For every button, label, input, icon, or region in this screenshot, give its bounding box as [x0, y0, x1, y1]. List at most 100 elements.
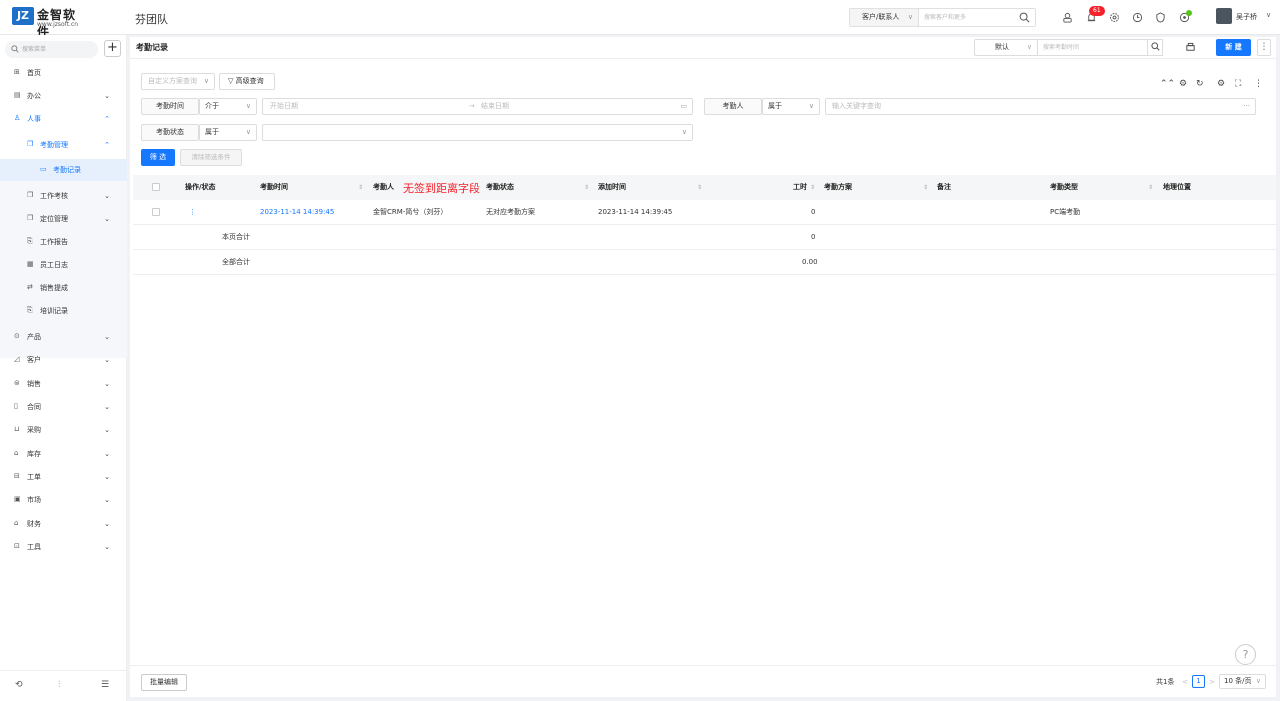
log-icon: ▦ — [27, 260, 34, 268]
sort-icon[interactable]: ⇕ — [923, 175, 928, 200]
help-icon[interactable]: ? — [1235, 644, 1256, 665]
end-date-input[interactable]: 结束日期 — [481, 99, 509, 114]
column-settings-icon[interactable]: ⚙ — [1217, 79, 1225, 89]
global-search-input[interactable]: 搜索客户和更多 — [924, 9, 966, 26]
column-header[interactable]: 地理位置 — [1163, 175, 1191, 200]
more-icon[interactable]: ⋮ — [1257, 39, 1271, 56]
contacts-icon[interactable] — [1062, 12, 1073, 23]
sidebar-item-contract[interactable]: ▯ 合同 ⌄ — [0, 396, 127, 418]
view-select[interactable]: 默认 ∨ — [974, 39, 1038, 56]
calendar-icon[interactable]: ▭ — [680, 99, 687, 114]
row-actions-icon[interactable]: ⋮ — [189, 200, 196, 225]
filter-button[interactable]: 筛 选 — [141, 149, 175, 166]
sidebar-item-finance[interactable]: ⌂ 财务 ⌄ — [0, 513, 127, 535]
cell-time[interactable]: 2023-11-14 14:39:45 — [260, 200, 334, 225]
status-operator-select[interactable]: 属于 ∨ — [199, 124, 257, 141]
next-page-icon[interactable]: > — [1209, 675, 1215, 690]
sidebar-item-purchase[interactable]: ⊔ 采购 ⌄ — [0, 419, 127, 441]
table-row[interactable]: ⋮ 2023-11-14 14:39:45 金智CRM-简兮（刘芬） 无对应考勤… — [133, 200, 1276, 225]
time-operator-select[interactable]: 介于 ∨ — [199, 98, 257, 115]
prev-page-icon[interactable]: < — [1182, 675, 1188, 690]
history-icon[interactable]: ⟲ — [15, 680, 23, 690]
sidebar-item-location[interactable]: ❐ 定位管理 ⌄ — [0, 208, 127, 230]
main-panel: 考勤记录 默认 ∨ 搜索考勤时间 新 建 ⋮ 自定义方案查询 ∨ ▽ 高级查询 ⌃⌃… — [130, 37, 1276, 697]
sort-icon[interactable]: ⇕ — [1148, 175, 1153, 200]
search-scope-select[interactable]: 客户/联系人 ∨ — [850, 9, 919, 26]
sidebar-item-attendance-records[interactable]: ▭ 考勤记录 — [0, 159, 127, 181]
chevron-down-icon[interactable]: ∨ — [1266, 11, 1271, 19]
collapse-icon[interactable]: ⌃⌃ — [1160, 79, 1175, 89]
select-all-checkbox[interactable] — [152, 183, 160, 191]
person-keyword-input[interactable]: 输入关键字查询 ··· — [825, 98, 1256, 115]
clock-icon[interactable] — [1132, 12, 1143, 23]
fullscreen-icon[interactable]: ⛶ — [1235, 79, 1241, 89]
sort-icon[interactable]: ⇕ — [697, 175, 702, 200]
status-operator-value: 属于 — [205, 128, 219, 136]
column-header[interactable]: 考勤时间 — [260, 175, 288, 200]
sidebar-item-commission[interactable]: ⇄ 销售提成 — [0, 277, 127, 299]
refresh-icon[interactable]: ↻ — [1196, 79, 1204, 89]
search-icon[interactable] — [1019, 12, 1030, 23]
person-operator-select[interactable]: 属于 ∨ — [762, 98, 820, 115]
pager-current[interactable]: 1 — [1192, 675, 1205, 688]
sidebar-item-sales[interactable]: ⊜ 销售 ⌄ — [0, 373, 127, 395]
record-search-button[interactable] — [1147, 39, 1163, 56]
sidebar-item-inventory[interactable]: ⌂ 库存 ⌄ — [0, 443, 127, 465]
sidebar-item-reports[interactable]: ⎘ 工作报告 — [0, 231, 127, 253]
sidebar-item-office[interactable]: ▤ 办公 ⌄ — [0, 85, 127, 107]
avatar[interactable] — [1216, 8, 1232, 24]
batch-edit-button[interactable]: 批量编辑 — [141, 674, 187, 691]
row-checkbox[interactable] — [152, 208, 160, 216]
sort-icon[interactable]: ⇕ — [584, 175, 589, 200]
page-size-select[interactable]: 10 条/页 ∨ — [1219, 674, 1266, 689]
add-menu-button[interactable]: + — [104, 40, 121, 57]
chevron-down-icon: ⌄ — [104, 473, 110, 481]
sidebar-item-training[interactable]: ⎘ 培训记录 — [0, 300, 127, 322]
sidebar-item-customer[interactable]: ◿ 客户 ⌄ — [0, 349, 127, 371]
column-header[interactable]: 添加时间 — [598, 175, 626, 200]
column-header[interactable]: 考勤人 — [373, 175, 394, 200]
sidebar-item-tools[interactable]: ⊡ 工具 ⌄ — [0, 536, 127, 558]
sidebar-item-hr[interactable]: ♙ 人事 ⌃ — [0, 108, 127, 130]
advanced-query-button[interactable]: ▽ 高级查询 — [219, 73, 275, 90]
date-range-picker[interactable]: 开始日期 → 结束日期 ▭ — [262, 98, 693, 115]
sidebar-item-label: 考勤记录 — [53, 166, 81, 174]
printer-icon[interactable] — [1185, 42, 1196, 53]
column-header[interactable]: 考勤类型 — [1050, 175, 1078, 200]
report-icon: ⎘ — [27, 306, 33, 314]
menu-search[interactable]: 搜索菜单 — [5, 41, 98, 58]
column-header[interactable]: 工时 — [793, 175, 807, 200]
collapse-menu-icon[interactable]: ☰ — [101, 680, 109, 690]
gear-icon[interactable] — [1109, 12, 1120, 23]
person-keyword-placeholder: 输入关键字查询 — [832, 102, 881, 110]
start-date-input[interactable]: 开始日期 — [270, 99, 298, 114]
settings-icon[interactable]: ⚙ — [1179, 79, 1187, 89]
status-value-select[interactable]: ∨ — [262, 124, 693, 141]
sidebar-item-market[interactable]: ▣ 市场 ⌄ — [0, 489, 127, 511]
sidebar-item-product[interactable]: ⊙ 产品 ⌄ — [0, 326, 127, 348]
user-name[interactable]: 吴子桥 — [1236, 12, 1257, 22]
sidebar-item-workorder[interactable]: ⊟ 工单 ⌄ — [0, 466, 127, 488]
all-total-row: 全部合计 0.00 — [133, 250, 1276, 275]
sort-icon[interactable]: ⇕ — [810, 175, 815, 200]
ellipsis-icon[interactable]: ··· — [1243, 99, 1250, 114]
shield-icon[interactable] — [1155, 12, 1166, 23]
sidebar-item-label: 培训记录 — [40, 307, 68, 315]
clear-filter-button[interactable]: 清除筛选条件 — [180, 149, 242, 166]
sort-icon[interactable]: ⇕ — [358, 175, 363, 200]
sidebar-item-attendance[interactable]: ❐ 考勤管理 ⌃ — [0, 134, 127, 156]
column-header[interactable]: 考勤状态 — [486, 175, 514, 200]
column-header[interactable]: 备注 — [937, 175, 951, 200]
record-search-input[interactable]: 搜索考勤时间 — [1037, 39, 1163, 56]
sliders-icon[interactable]: ⫶ — [58, 680, 60, 690]
more-icon[interactable]: ⋮ — [1254, 79, 1263, 89]
menu-search-input[interactable]: 搜索菜单 — [22, 41, 46, 58]
chevron-down-icon: ∨ — [1255, 677, 1261, 685]
new-button[interactable]: 新 建 — [1216, 39, 1251, 56]
sidebar-item-home[interactable]: ⊞ 首页 — [0, 62, 127, 84]
sidebar-item-assessment[interactable]: ❐ 工作考核 ⌄ — [0, 185, 127, 207]
sidebar-item-logs[interactable]: ▦ 员工日志 — [0, 254, 127, 276]
custom-query-select[interactable]: 自定义方案查询 ∨ — [141, 73, 215, 90]
logo[interactable]: JZ 金智软件 www.jzsoft.cn — [12, 5, 86, 39]
column-header[interactable]: 考勤方案 — [824, 175, 852, 200]
